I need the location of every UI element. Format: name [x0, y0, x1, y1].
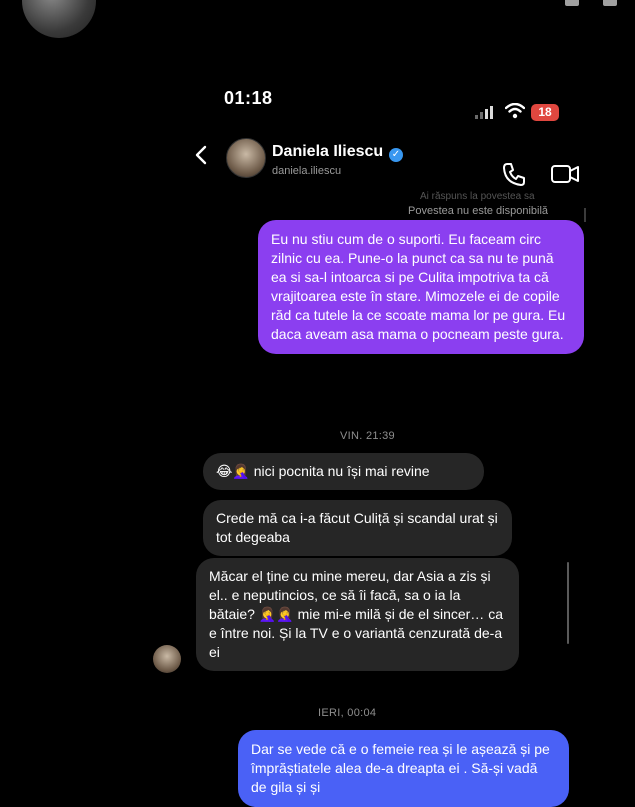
contact-name[interactable]: Daniela Iliescu [272, 143, 383, 161]
story-reply-rule [584, 208, 586, 222]
verified-badge-icon: ✓ [389, 148, 403, 162]
incoming-message[interactable]: Măcar el ține cu mine mereu, dar Asia a … [196, 558, 519, 671]
story-icon[interactable] [565, 0, 579, 6]
story-unavailable-label: Povestea nu este disponibilă [408, 205, 549, 217]
emoji: 😂🤦‍♀️ [216, 463, 250, 479]
incoming-message[interactable]: 😂🤦‍♀️ nici pocnita nu își mai revine [203, 453, 484, 490]
status-time: 01:18 [224, 88, 273, 108]
scrollbar[interactable] [567, 562, 569, 644]
battery-icon: 18 [531, 104, 559, 121]
contact-avatar[interactable] [226, 138, 266, 178]
back-chevron-icon[interactable] [192, 145, 212, 165]
phone-icon[interactable] [500, 160, 528, 188]
message-text: nici pocnita nu își mai revine [253, 463, 430, 479]
outgoing-message[interactable]: Eu nu stiu cum de o suporti. Eu faceam c… [258, 220, 584, 354]
video-camera-icon[interactable] [550, 160, 580, 188]
story-icon[interactable] [603, 0, 617, 6]
contact-handle: daniela.iliescu [272, 165, 342, 177]
wifi-icon [505, 103, 525, 119]
signal-icon [475, 106, 493, 119]
timestamp: IERI, 00:04 [318, 707, 377, 719]
story-reply-label: Ai răspuns la povestea sa [420, 191, 535, 202]
outgoing-message[interactable]: Dar se vede că e o femeie rea și le așea… [238, 730, 569, 807]
sender-avatar[interactable] [153, 645, 181, 673]
emoji: 🤦‍♀️🤦‍♀️ [258, 606, 294, 622]
story-top-icons [565, 0, 617, 6]
timestamp: VIN. 21:39 [340, 430, 395, 442]
incoming-message[interactable]: Crede mă ca i-a făcut Culiță și scandal … [203, 500, 512, 556]
story-avatar[interactable] [22, 0, 96, 38]
